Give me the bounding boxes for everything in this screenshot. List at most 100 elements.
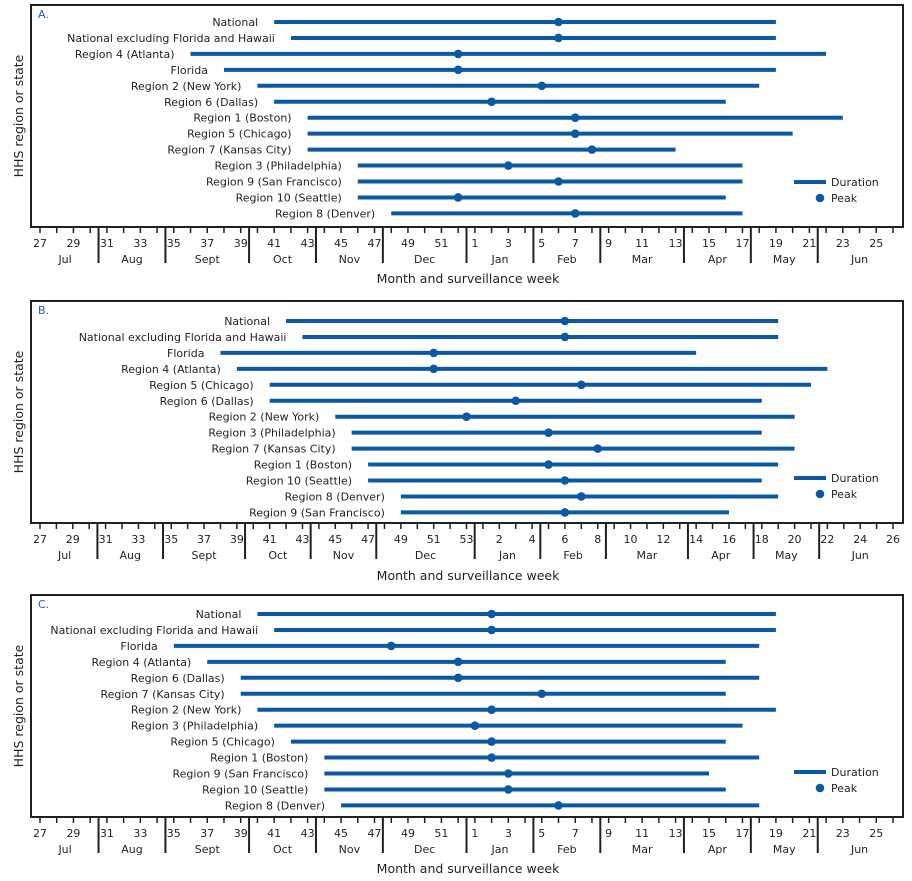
- data-row: Region 3 (Philadelphia): [208, 427, 762, 440]
- legend: Duration Peak: [794, 766, 879, 795]
- x-tick-label: 37: [200, 237, 214, 250]
- x-tick-label: 29: [66, 533, 80, 546]
- month-label: May: [773, 843, 796, 856]
- x-tick-label: 4: [529, 533, 536, 546]
- data-row: National: [224, 315, 779, 328]
- x-tick-label: 49: [401, 827, 415, 840]
- x-tick-label: 51: [434, 827, 448, 840]
- panel-a: A.HHS region or state27 29 31 33 35 37 39 41 43 4…: [11, 4, 904, 286]
- month-label: Nov: [339, 843, 361, 856]
- month-label: May: [775, 549, 798, 562]
- x-tick-label: 26: [886, 533, 900, 546]
- row-label: Region 7 (Kansas City): [100, 688, 224, 701]
- x-tick-label: 27: [33, 533, 47, 546]
- peak-marker: [470, 721, 480, 730]
- x-tick-label: 11: [635, 827, 649, 840]
- x-tick-label: 21: [802, 827, 816, 840]
- peak-marker: [453, 65, 463, 75]
- row-label: Region 4 (Atlanta): [121, 363, 221, 376]
- data-row: Region 1 (Boston): [254, 459, 779, 472]
- data-row: National excluding Florida and Hawaii: [79, 331, 779, 344]
- row-label: Region 2 (New York): [131, 80, 242, 93]
- month-label: Aug: [121, 253, 142, 266]
- legend: Duration Peak: [794, 472, 879, 501]
- x-tick-label: 1: [471, 827, 478, 840]
- month-label: Jun: [851, 549, 869, 562]
- row-label: Region 6 (Dallas): [160, 395, 254, 408]
- peak-marker: [560, 476, 570, 485]
- row-label: Florida: [120, 640, 157, 653]
- x-tick-label: 35: [167, 827, 181, 840]
- month-label: Aug: [119, 549, 140, 562]
- peak-marker: [386, 641, 396, 651]
- x-tick-label: 43: [301, 237, 315, 250]
- x-tick-label: 25: [869, 827, 883, 840]
- x-tick-label: 9: [605, 827, 612, 840]
- panel-label: B.: [38, 304, 49, 317]
- peak-marker: [570, 113, 580, 122]
- row-label: Region 1 (Boston): [210, 752, 308, 765]
- y-axis-title: HHS region or state: [11, 54, 26, 177]
- data-row: Region 8 (Denver): [275, 207, 743, 220]
- peak-marker: [453, 49, 463, 59]
- month-label: Dec: [415, 549, 436, 562]
- data-row: Region 6 (Dallas): [160, 395, 762, 408]
- peak-marker: [487, 705, 496, 714]
- month-label: Jul: [57, 253, 71, 266]
- row-label: Region 9 (San Francisco): [173, 768, 309, 781]
- x-tick-label: 3: [505, 237, 512, 250]
- x-tick-label: 51: [434, 237, 448, 250]
- month-label: May: [773, 253, 796, 266]
- x-tick-label: 20: [788, 533, 802, 546]
- legend-duration-label: Duration: [831, 766, 879, 779]
- x-tick-label: 14: [689, 533, 703, 546]
- peak-marker: [560, 508, 570, 517]
- data-row: Region 3 (Philadelphia): [215, 160, 743, 173]
- x-tick-label: 5: [538, 827, 545, 840]
- row-label: Region 7 (Kansas City): [167, 144, 291, 157]
- data-row: Region 7 (Kansas City): [100, 688, 726, 701]
- row-label: Region 10 (Seattle): [246, 475, 352, 488]
- x-tick-label: 5: [538, 237, 545, 250]
- month-label: Jun: [850, 253, 868, 266]
- month-label: Jan: [490, 253, 508, 266]
- peak-marker: [587, 145, 597, 154]
- x-tick-label: 7: [572, 827, 579, 840]
- x-tick-label: 31: [100, 827, 114, 840]
- x-tick-label: 29: [66, 827, 80, 840]
- peak-marker: [453, 193, 463, 202]
- data-row: Florida: [120, 640, 760, 653]
- x-tick-label: 41: [267, 237, 281, 250]
- data-row: Region 4 (Atlanta): [92, 656, 726, 669]
- row-label: Region 4 (Atlanta): [92, 656, 192, 669]
- row-label: National: [224, 315, 270, 328]
- x-tick-label: 11: [635, 237, 649, 250]
- peak-marker: [453, 657, 463, 667]
- x-tick-label: 49: [394, 533, 408, 546]
- x-tick-label: 33: [133, 827, 147, 840]
- x-axis-title: Month and surveillance week: [377, 271, 560, 286]
- peak-marker: [570, 129, 580, 138]
- x-tick-label: 7: [572, 237, 579, 250]
- x-tick-label: 13: [669, 237, 683, 250]
- row-label: Florida: [171, 64, 208, 77]
- x-tick-label: 10: [624, 533, 638, 546]
- data-row: Region 9 (San Francisco): [206, 176, 743, 189]
- month-label: Jan: [498, 549, 516, 562]
- data-row: Region 1 (Boston): [193, 112, 843, 125]
- x-tick-label: 3: [505, 827, 512, 840]
- data-row: Region 1 (Boston): [210, 752, 760, 765]
- peak-marker: [487, 97, 496, 107]
- x-tick-label: 21: [802, 237, 816, 250]
- row-label: Region 5 (Chicago): [187, 128, 291, 141]
- x-tick-label: 18: [755, 533, 769, 546]
- x-tick-label: 31: [99, 533, 113, 546]
- data-row: Region 10 (Seattle): [202, 783, 726, 796]
- month-label: Mar: [632, 253, 653, 266]
- peak-marker: [537, 81, 547, 91]
- data-row: Region 5 (Chicago): [187, 128, 793, 141]
- x-tick-label: 37: [200, 827, 214, 840]
- peak-marker: [544, 428, 553, 437]
- x-axis: 27 29 31 33 35 37 39 41 43 45 47 49 51 1 3 5 7 9 11 13 15 17 1…: [33, 817, 894, 856]
- month-label: Mar: [632, 843, 653, 856]
